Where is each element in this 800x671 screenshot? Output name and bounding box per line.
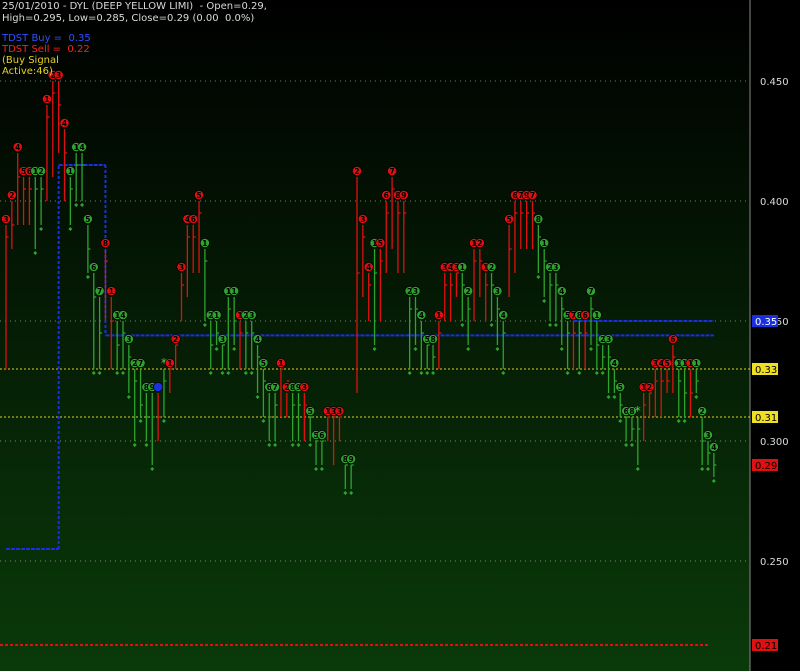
setup-count-label: 6 <box>384 191 389 200</box>
setup-count-label: 2 <box>466 287 471 296</box>
axis-background <box>750 0 800 671</box>
setup-count-label: 4 <box>612 359 617 368</box>
setup-count-label: 2 <box>38 167 43 176</box>
setup-count-label: 6 <box>91 263 96 272</box>
y-tick-label: 0.450 <box>760 77 789 88</box>
setup-count-label: 5 <box>196 191 201 200</box>
header-line1: 25/01/2010 - DYL (DEEP YELLOW LIMI) - Op… <box>2 1 267 12</box>
setup-count-label: * <box>635 404 641 418</box>
setup-count-label: 7 <box>389 167 394 176</box>
setup-count-label: 3 <box>220 335 225 344</box>
price-tag-label: 0.31 <box>755 413 777 424</box>
setup-count-label: 1 <box>436 311 441 320</box>
price-chart: 3245 6 1 212 3411 4567811 432 78 9* 1234 6512 131 11… <box>0 0 800 671</box>
price-tag-label: 0.35 <box>755 317 777 328</box>
setup-count-label: 6 <box>583 311 588 320</box>
setup-count-label: 8 <box>430 335 435 344</box>
setup-count-label: 2 <box>647 383 652 392</box>
tdst-sell-label: TDST Sell = 0.22 <box>2 44 90 55</box>
setup-count-label: 7 <box>138 359 143 368</box>
setup-count-label: 7 <box>272 383 277 392</box>
setup-count-label: 3 <box>302 383 307 392</box>
setup-count-label: 9 <box>349 455 354 464</box>
setup-count-label: 1 <box>68 167 73 176</box>
setup-count-label: 3 <box>249 311 254 320</box>
setup-count-label: 4 <box>366 263 371 272</box>
setup-count-label: 1 <box>542 239 547 248</box>
price-tag-label: 0.29 <box>755 461 777 472</box>
setup-count-label: 2 <box>173 335 178 344</box>
setup-count-label: 5 <box>85 215 90 224</box>
y-tick-label: 0.400 <box>760 197 789 208</box>
setup-count-label: 7 <box>530 191 535 200</box>
setup-count-label: 3 <box>606 335 611 344</box>
setup-count-label: 8 <box>103 239 108 248</box>
setup-count-label: 1 <box>167 359 172 368</box>
setup-count-label: 2 <box>477 239 482 248</box>
setup-count-label: 1 <box>594 311 599 320</box>
setup-count-label: 1 <box>460 263 465 272</box>
setup-count-label: 2 <box>354 167 359 176</box>
setup-count-label: 2 <box>9 191 14 200</box>
setup-count-label: 4 <box>62 119 67 128</box>
setup-count-label: 6 <box>191 215 196 224</box>
header-line2: High=0.295, Low=0.285, Close=0.29 (0.00 … <box>2 13 255 24</box>
setup-count-label: 5 <box>308 407 313 416</box>
setup-count-label: 9 <box>401 191 406 200</box>
setup-count-label: 6 <box>319 431 324 440</box>
y-tick-label: 0.300 <box>760 437 789 448</box>
setup-count-label: 5 <box>506 215 511 224</box>
y-tick-label: 0.250 <box>760 557 789 568</box>
setup-count-label: 3 <box>360 215 365 224</box>
setup-count-label: 1 <box>109 287 114 296</box>
setup-count-label: 5 <box>378 239 383 248</box>
setup-count-label: 2 <box>489 263 494 272</box>
setup-count-label: 7 <box>97 287 102 296</box>
price-tag-label: 0.33 <box>755 365 777 376</box>
setup-count-label: 3 <box>553 263 558 272</box>
setup-count-label: 1 <box>232 287 237 296</box>
setup-count-label: 3 <box>3 215 8 224</box>
setup-count-label: 4 <box>120 311 125 320</box>
setup-count-label: 1 <box>44 95 49 104</box>
setup-count-label: 4 <box>255 335 260 344</box>
setup-count-label: 1 <box>202 239 207 248</box>
setup-count-label: 3 <box>179 263 184 272</box>
setup-count-label: 4 <box>501 311 506 320</box>
setup-count-label: 4 <box>559 287 564 296</box>
setup-count-label: 3 <box>337 407 342 416</box>
setup-count-label: 8 <box>629 407 634 416</box>
buy-signal-label: (Buy Signal <box>2 55 59 66</box>
setup-count-label: 5 <box>618 383 623 392</box>
setup-count-label: 8 <box>536 215 541 224</box>
setup-count-label: 4 <box>419 311 424 320</box>
setup-count-label: 1 <box>278 359 283 368</box>
setup-count-label: 5 <box>261 359 266 368</box>
active-count-label: Active:46) <box>2 66 53 77</box>
setup-count-label: 1 <box>214 311 219 320</box>
setup-count-label: 3 <box>413 287 418 296</box>
setup-count-label: 7 <box>588 287 593 296</box>
setup-count-label: 6 <box>670 335 675 344</box>
setup-count-label: 1 <box>694 359 699 368</box>
tdst-buy-label: TDST Buy = 0.35 <box>2 33 91 44</box>
price-tag-label: 0.215 <box>755 641 784 652</box>
setup-count-label: 4 <box>79 143 84 152</box>
setup-count-label: 2 <box>700 407 705 416</box>
setup-count-label: 4 <box>711 443 716 452</box>
setup-count-label: 4 <box>15 143 20 152</box>
setup-count-label: 3 <box>705 431 710 440</box>
setup-count-label: 3 <box>495 287 500 296</box>
legend: TDST Buy = 0.35 TDST Sell = 0.22 (Buy Si… <box>2 33 91 77</box>
setup-count-marker <box>153 382 163 392</box>
setup-count-label: 3 <box>126 335 131 344</box>
setup-count-label: 5 <box>664 359 669 368</box>
